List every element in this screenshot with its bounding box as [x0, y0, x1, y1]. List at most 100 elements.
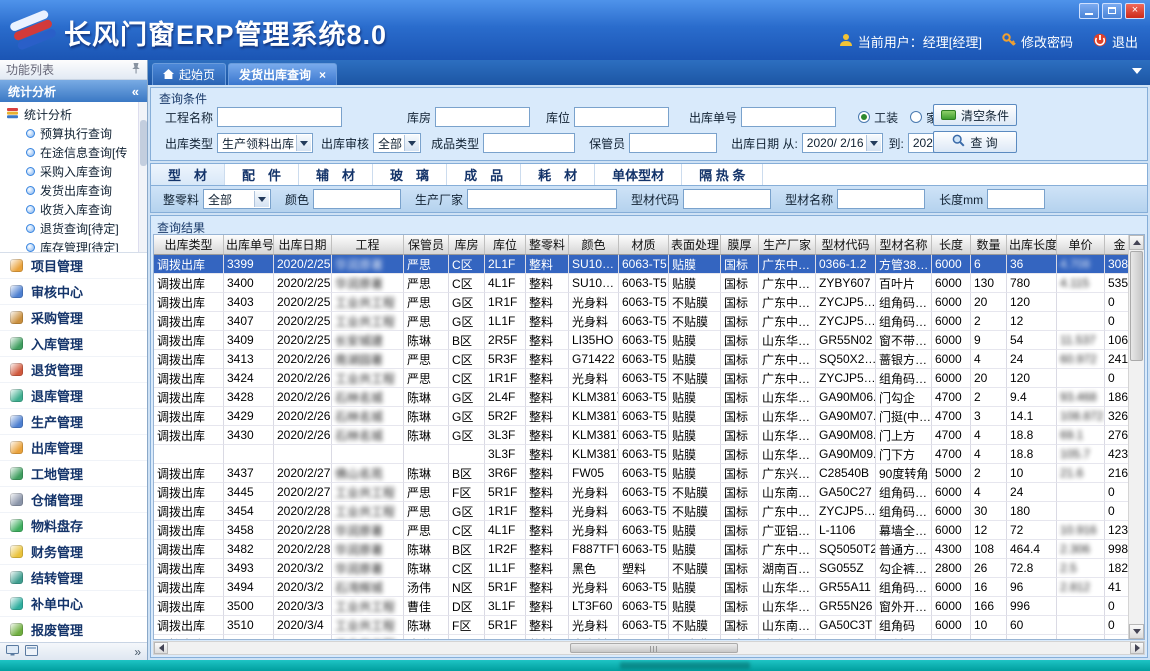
cell[interactable]: 国标	[721, 483, 759, 502]
sidebar-item-结转管理[interactable]: 结转管理	[0, 565, 147, 591]
cell[interactable]: 国标	[721, 426, 759, 445]
cell[interactable]: 整料	[526, 616, 569, 635]
cell[interactable]: G区	[449, 293, 485, 312]
cell[interactable]: 1L2F	[485, 635, 526, 639]
cell[interactable]: 不贴膜	[669, 502, 721, 521]
cell[interactable]: 陈琳	[404, 388, 449, 407]
cell[interactable]: 2.812	[1057, 578, 1105, 597]
cell[interactable]: 3458	[224, 521, 274, 540]
profile-code-input[interactable]	[683, 189, 771, 209]
table-row[interactable]: 调拨出库34942020/3/2石湾辉城汤伟N区5R1F整料光身料6063-T5…	[154, 578, 1128, 597]
cell[interactable]: 国标	[721, 578, 759, 597]
cell[interactable]: 调拨出库	[154, 597, 224, 616]
cell[interactable]: 5R3F	[485, 350, 526, 369]
cell[interactable]: C区	[449, 350, 485, 369]
cell[interactable]: 贴膜	[669, 274, 721, 293]
cell[interactable]: 3400	[224, 274, 274, 293]
cell[interactable]: 0	[1105, 597, 1128, 616]
cell[interactable]: 108.872	[1057, 407, 1105, 426]
table-row[interactable]: 调拨出库34242020/2/26工业共工程严思C区1R1F整料光身料6063-…	[154, 369, 1128, 388]
cell[interactable]: 严思	[404, 255, 449, 274]
cell[interactable]: 6	[971, 255, 1007, 274]
chevron-down-icon[interactable]	[404, 135, 419, 151]
cell[interactable]: 严思	[404, 369, 449, 388]
profile-name-input[interactable]	[837, 189, 925, 209]
column-header-出库类型[interactable]: 出库类型	[154, 235, 224, 255]
tab-overflow-button[interactable]	[1132, 68, 1142, 79]
cell[interactable]: 整料	[526, 369, 569, 388]
cell[interactable]	[1057, 502, 1105, 521]
vertical-scrollbar[interactable]	[1128, 235, 1144, 639]
cell[interactable]: 166	[971, 597, 1007, 616]
cell[interactable]: 10	[971, 616, 1007, 635]
cell[interactable]: 2020/2/26	[274, 350, 332, 369]
cell[interactable]: 6063-T5	[619, 483, 669, 502]
cell[interactable]: 3407	[224, 312, 274, 331]
cell[interactable]: 调拨出库	[154, 464, 224, 483]
cell[interactable]: 54	[1007, 331, 1057, 350]
audit-select[interactable]: 全部	[373, 133, 421, 153]
cell[interactable]: L-1106	[816, 521, 876, 540]
cell[interactable]: 2020/2/25	[274, 331, 332, 350]
cell[interactable]: 276	[1105, 426, 1128, 445]
cell[interactable]: 陈琳	[404, 407, 449, 426]
cell[interactable]: 60	[1007, 635, 1057, 639]
cell[interactable]	[1057, 483, 1105, 502]
cell[interactable]: 0	[1105, 483, 1128, 502]
cell[interactable]: 光身料	[569, 521, 619, 540]
cell[interactable]: 3512	[224, 635, 274, 639]
cell[interactable]: 5R1F	[485, 578, 526, 597]
cell[interactable]: 6063-T5	[619, 464, 669, 483]
cell[interactable]: 不贴膜	[669, 616, 721, 635]
panel-icon[interactable]	[25, 645, 38, 659]
column-header-库房[interactable]: 库房	[449, 235, 485, 255]
cell[interactable]: 2020/2/28	[274, 540, 332, 559]
cell[interactable]: 5R2F	[485, 407, 526, 426]
length-input[interactable]	[987, 189, 1045, 209]
cell[interactable]: KLM3817	[569, 407, 619, 426]
cell[interactable]: C区	[449, 274, 485, 293]
cell[interactable]: 6000	[932, 483, 971, 502]
column-header-工程[interactable]: 工程	[332, 235, 404, 255]
cell[interactable]: 调拨出库	[154, 293, 224, 312]
scroll-left-button[interactable]	[154, 642, 168, 654]
project-name-input[interactable]	[217, 107, 342, 127]
cell[interactable]: G区	[449, 426, 485, 445]
table-row[interactable]: 调拨出库34452020/2/27工业共工程严思F区5R1F整料光身料6063-…	[154, 483, 1128, 502]
cell[interactable]: L型角…	[876, 635, 932, 639]
cell[interactable]: 国标	[721, 274, 759, 293]
cell[interactable]: 门上方	[876, 426, 932, 445]
cell[interactable]: 国标	[721, 445, 759, 464]
cell[interactable]: 2020/2/28	[274, 502, 332, 521]
table-row[interactable]: 调拨出库34072020/2/25工业共工程严思G区1L1F整料光身料6063-…	[154, 312, 1128, 331]
cell[interactable]: 窗不带…	[876, 331, 932, 350]
cell[interactable]: 2.306	[1057, 540, 1105, 559]
cell[interactable]: 不贴膜	[669, 293, 721, 312]
tree-scrollbar[interactable]	[138, 102, 147, 252]
cell[interactable]: 国标	[721, 255, 759, 274]
manufacturer-input[interactable]	[467, 189, 617, 209]
cell[interactable]: 69.1	[1057, 426, 1105, 445]
cell[interactable]: 窗外开…	[876, 597, 932, 616]
change-password-button[interactable]: 修改密码	[1002, 32, 1073, 51]
cell[interactable]: 30	[971, 502, 1007, 521]
cell[interactable]: 贴膜	[669, 255, 721, 274]
cell[interactable]: ZYBY607	[816, 274, 876, 293]
cell[interactable]: 6063-T5	[619, 388, 669, 407]
cell[interactable]: F区	[449, 483, 485, 502]
cell[interactable]: B区	[449, 464, 485, 483]
table-row[interactable]: 调拨出库34292020/2/26石林名城陈琳G区5R2F整料KLM381760…	[154, 407, 1128, 426]
tree-root-statistics[interactable]: 统计分析	[6, 105, 137, 124]
close-button[interactable]: ×	[1125, 3, 1145, 19]
cell[interactable]: 36	[1007, 255, 1057, 274]
cell[interactable]: 72	[1007, 521, 1057, 540]
cell[interactable]: 2R5F	[485, 331, 526, 350]
material-tab-隔热条[interactable]: 隔 热 条	[682, 164, 763, 185]
cell[interactable]: 1R1F	[485, 369, 526, 388]
cell[interactable]: 华润原著	[332, 255, 404, 274]
cell[interactable]: 6000	[932, 255, 971, 274]
cell[interactable]: 广东兴…	[759, 464, 816, 483]
horizontal-scrollbar[interactable]	[153, 641, 1145, 655]
cell[interactable]: 华润原著	[332, 274, 404, 293]
column-header-金[interactable]: 金	[1105, 235, 1128, 255]
